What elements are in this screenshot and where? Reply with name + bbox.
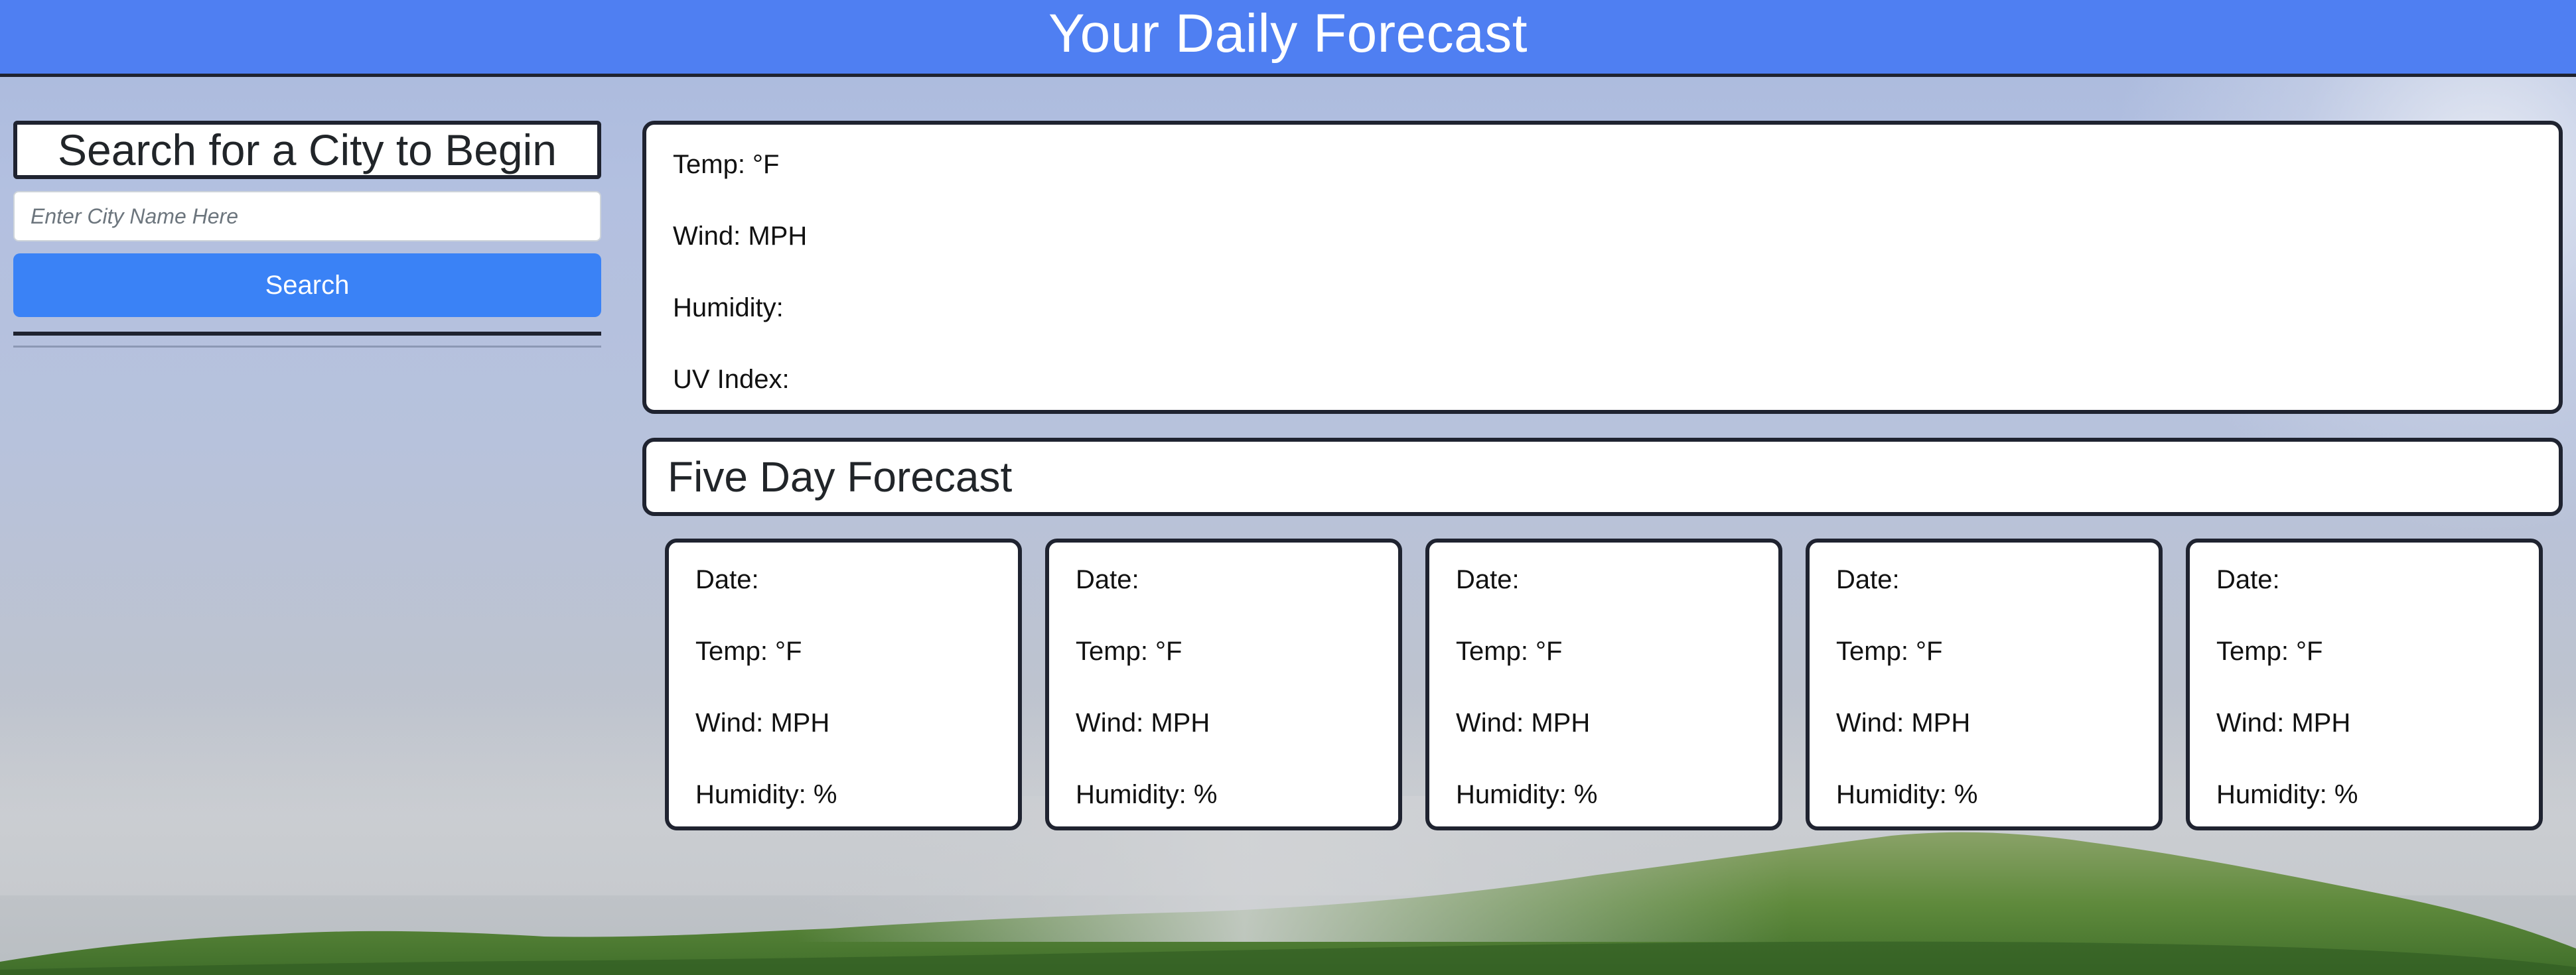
forecast-humidity: Humidity: %	[695, 780, 837, 809]
forecast-date: Date:	[1076, 565, 1139, 594]
forecast-day-card: Date: Temp: °F Wind: MPH Humidity: %	[1806, 539, 2163, 830]
forecast-day-card: Date: Temp: °F Wind: MPH Humidity: %	[1425, 539, 1782, 830]
forecast-temp: Temp: °F	[695, 637, 802, 666]
forecast-wind: Wind: MPH	[1836, 708, 1971, 738]
forecast-wind: Wind: MPH	[2216, 708, 2351, 738]
forecast-day-card: Date: Temp: °F Wind: MPH Humidity: %	[665, 539, 1022, 830]
search-heading: Search for a City to Begin	[13, 121, 601, 179]
current-uv-index: UV Index:	[673, 365, 790, 394]
city-search-input[interactable]	[13, 191, 601, 241]
search-button[interactable]: Search	[13, 253, 601, 317]
forecast-temp: Temp: °F	[2216, 637, 2323, 666]
five-day-heading-card: Five Day Forecast	[642, 438, 2563, 516]
forecast-humidity: Humidity: %	[1076, 780, 1218, 809]
forecast-day-card: Date: Temp: °F Wind: MPH Humidity: %	[2186, 539, 2543, 830]
forecast-date: Date:	[1836, 565, 1900, 594]
current-temp: Temp: °F	[673, 150, 780, 179]
forecast-humidity: Humidity: %	[1836, 780, 1978, 809]
current-wind: Wind: MPH	[673, 222, 808, 251]
page-title: Your Daily Forecast	[1048, 3, 1528, 64]
page-header: Your Daily Forecast	[0, 0, 2576, 77]
forecast-temp: Temp: °F	[1076, 637, 1182, 666]
current-humidity: Humidity:	[673, 293, 784, 322]
forecast-day-card: Date: Temp: °F Wind: MPH Humidity: %	[1045, 539, 1402, 830]
forecast-date: Date:	[1456, 565, 1520, 594]
search-panel: Search for a City to Begin Search	[13, 121, 601, 348]
forecast-humidity: Humidity: %	[1456, 780, 1598, 809]
search-history-divider	[13, 346, 601, 348]
forecast-humidity: Humidity: %	[2216, 780, 2358, 809]
current-weather-card: Temp: °F Wind: MPH Humidity: UV Index:	[642, 121, 2563, 414]
five-day-title: Five Day Forecast	[668, 453, 1013, 501]
forecast-temp: Temp: °F	[1456, 637, 1563, 666]
search-divider	[13, 332, 601, 336]
forecast-wind: Wind: MPH	[1076, 708, 1210, 738]
forecast-date: Date:	[2216, 565, 2280, 594]
forecast-date: Date:	[695, 565, 759, 594]
forecast-wind: Wind: MPH	[695, 708, 830, 738]
forecast-temp: Temp: °F	[1836, 637, 1943, 666]
forecast-wind: Wind: MPH	[1456, 708, 1591, 738]
